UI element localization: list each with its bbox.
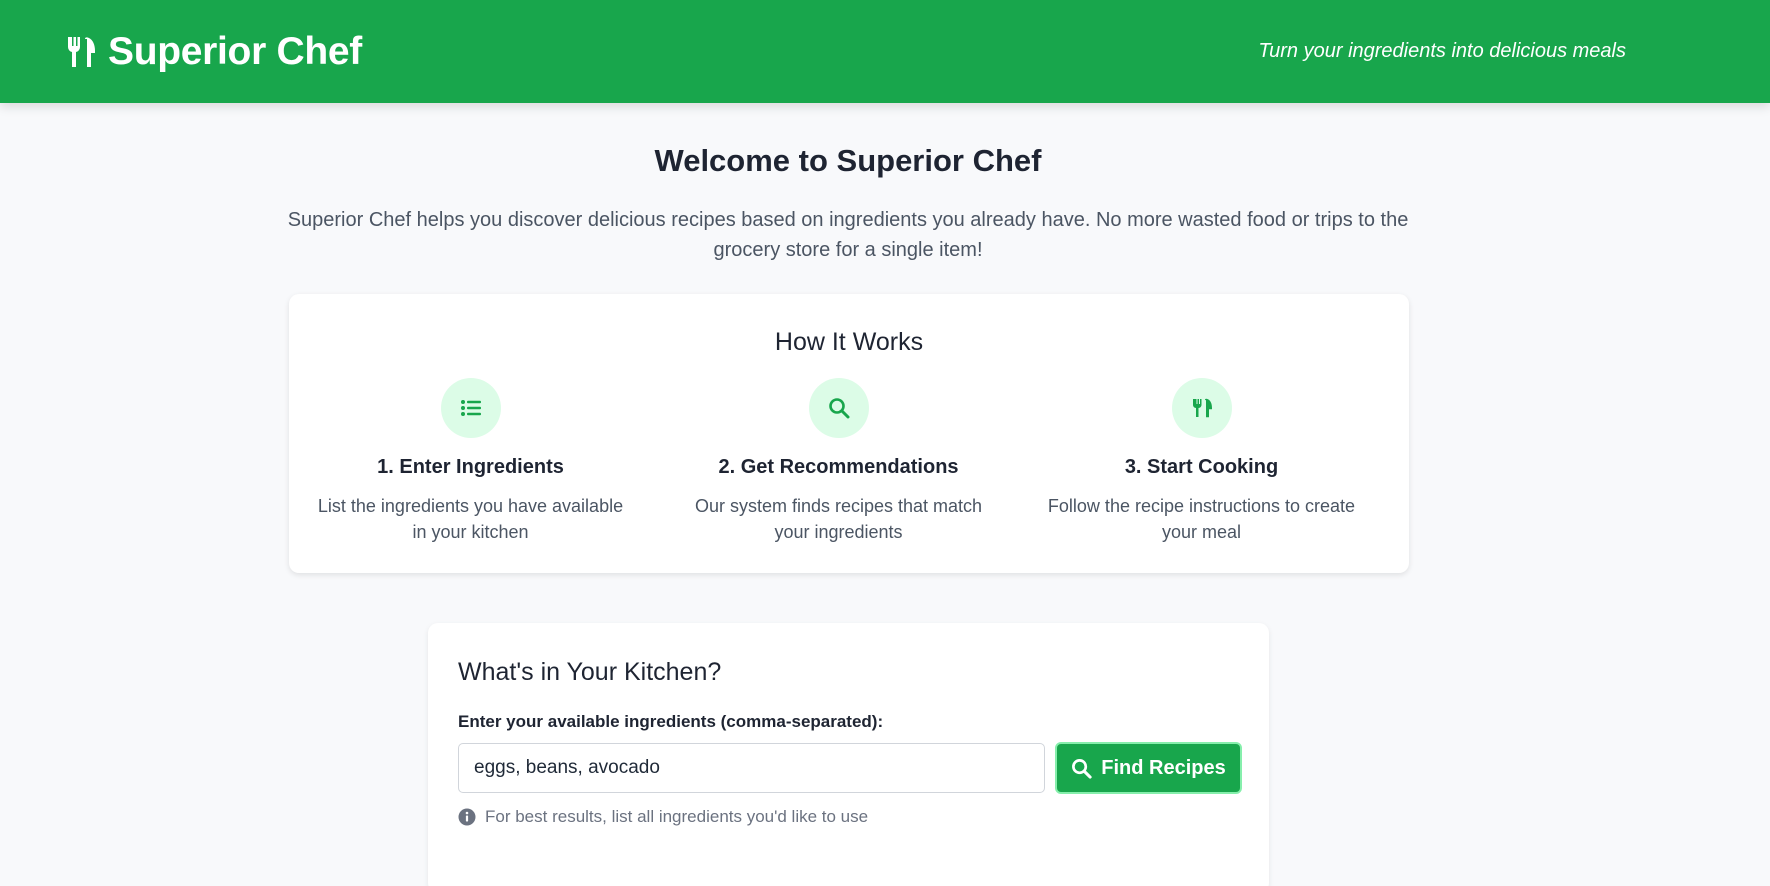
ingredients-input[interactable] [458, 743, 1045, 793]
find-recipes-label: Find Recipes [1101, 756, 1226, 779]
step-title: 2. Get Recommendations [718, 456, 959, 478]
step-title: 3. Start Cooking [1124, 456, 1279, 478]
step-get-recommendations: 2. Get Recommendations Our system finds … [657, 378, 1020, 545]
welcome-title: Welcome to Superior Chef [654, 143, 1042, 178]
app-header: Superior Chef Turn your ingredients into… [0, 0, 1770, 103]
step-description: List the ingredients you have available … [317, 496, 624, 542]
kitchen-title: What's in Your Kitchen? [458, 658, 722, 686]
step-description: Follow the recipe instructions to create… [1047, 496, 1356, 542]
step-description: Our system finds recipes that match your… [694, 496, 983, 542]
brand[interactable]: Superior Chef [66, 30, 362, 74]
step-start-cooking: 3. Start Cooking Follow the recipe instr… [1020, 378, 1383, 545]
step-icon-circle [808, 378, 869, 438]
search-icon [1072, 758, 1092, 779]
find-recipes-button[interactable]: Find Recipes [1055, 742, 1242, 794]
ingredients-label: Enter your available ingredients (comma-… [458, 712, 884, 731]
how-it-works-title: How It Works [774, 328, 924, 356]
utensils-icon [1192, 398, 1212, 418]
list-icon [460, 400, 481, 416]
how-it-works-card: How It Works 1. Enter Ingredients List t… [289, 294, 1409, 573]
step-enter-ingredients: 1. Enter Ingredients List the ingredient… [289, 378, 652, 545]
info-icon [458, 808, 476, 826]
step-icon-circle [1171, 378, 1232, 438]
kitchen-card: What's in Your Kitchen? Enter your avail… [428, 623, 1269, 886]
input-hint: For best results, list all ingredients y… [458, 807, 868, 827]
welcome-text: Superior Chef helps you discover delicio… [287, 209, 1409, 261]
header-tagline: Turn your ingredients into delicious mea… [1258, 40, 1626, 62]
step-icon-circle [440, 378, 501, 438]
hint-text: For best results, list all ingredients y… [485, 807, 869, 826]
utensils-icon [67, 36, 95, 67]
step-title: 1. Enter Ingredients [377, 456, 564, 478]
search-icon [828, 398, 849, 419]
brand-title: Superior Chef [108, 29, 362, 73]
